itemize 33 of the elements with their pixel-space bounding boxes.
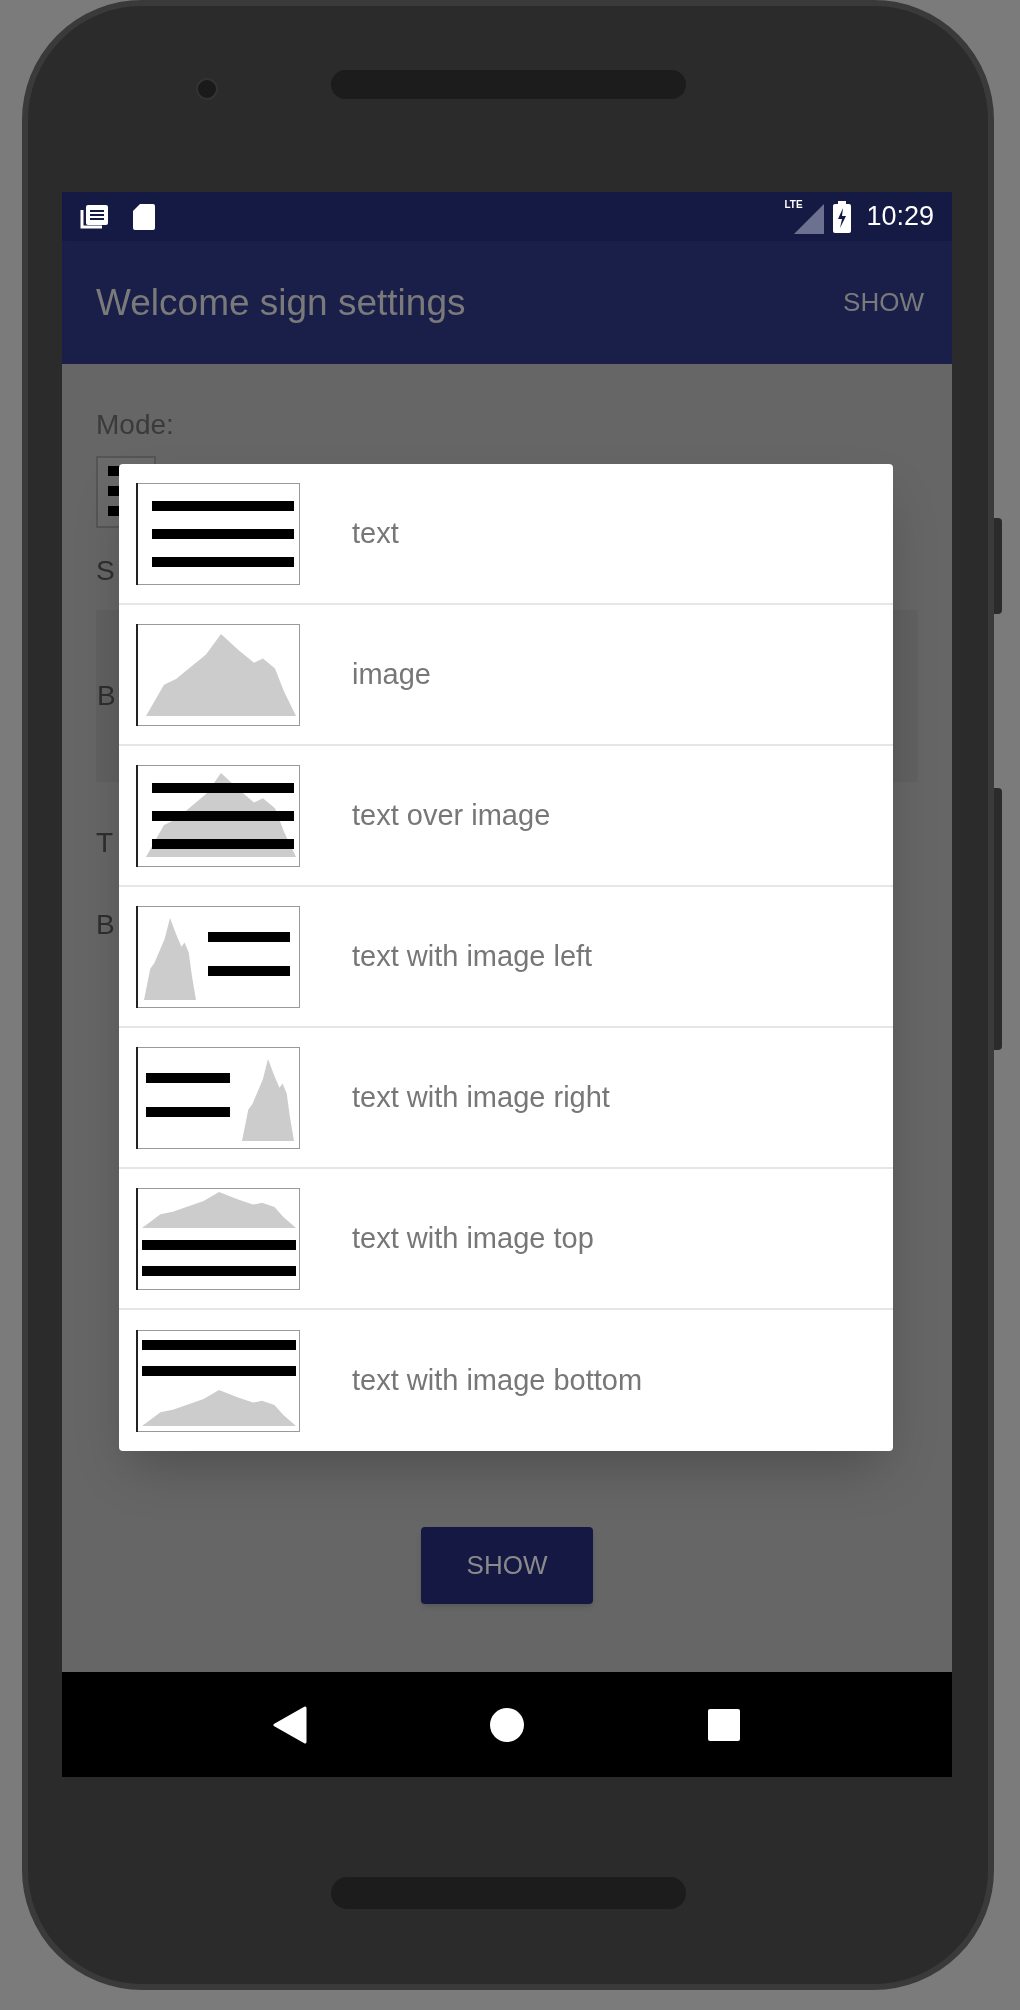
mountain-icon: [136, 623, 300, 726]
layout-option[interactable]: text with image bottom: [119, 1310, 893, 1451]
news-icon: [80, 202, 110, 231]
show-button[interactable]: SHOW: [421, 1527, 593, 1604]
option-label: text with image left: [352, 938, 593, 974]
layout-option[interactable]: text with image left: [119, 887, 893, 1028]
camera-icon: [196, 78, 218, 100]
option-label: image: [352, 656, 431, 692]
layout-option[interactable]: text with image top: [119, 1169, 893, 1310]
lines-mountain-right-icon: [136, 1046, 300, 1149]
option-label: text with image top: [352, 1220, 594, 1256]
sd-card-icon: [132, 202, 156, 231]
show-action[interactable]: SHOW: [843, 283, 924, 322]
app-title: Welcome sign settings: [96, 280, 466, 325]
text-lines-icon: [136, 482, 300, 585]
option-label: text over image: [352, 797, 551, 833]
lines-mountain-bottom-icon: [136, 1329, 300, 1432]
layout-option[interactable]: image: [119, 605, 893, 746]
recent-apps-icon[interactable]: [707, 1707, 741, 1742]
lines-over-mountain-icon: [136, 764, 300, 867]
layout-option[interactable]: text over image: [119, 746, 893, 887]
home-icon[interactable]: [489, 1706, 525, 1743]
layout-option[interactable]: text: [119, 464, 893, 605]
option-label: text with image bottom: [352, 1362, 643, 1398]
mountain-left-lines-icon: [136, 905, 300, 1008]
mountain-top-lines-icon: [136, 1187, 300, 1290]
battery-charging-icon: [832, 200, 853, 233]
network-type: LTE: [784, 199, 803, 210]
option-label: text with image right: [352, 1079, 610, 1115]
clock: 10:29: [866, 200, 934, 234]
option-label: text: [352, 515, 399, 551]
back-icon[interactable]: [273, 1705, 307, 1744]
layout-option[interactable]: text with image right: [119, 1028, 893, 1169]
